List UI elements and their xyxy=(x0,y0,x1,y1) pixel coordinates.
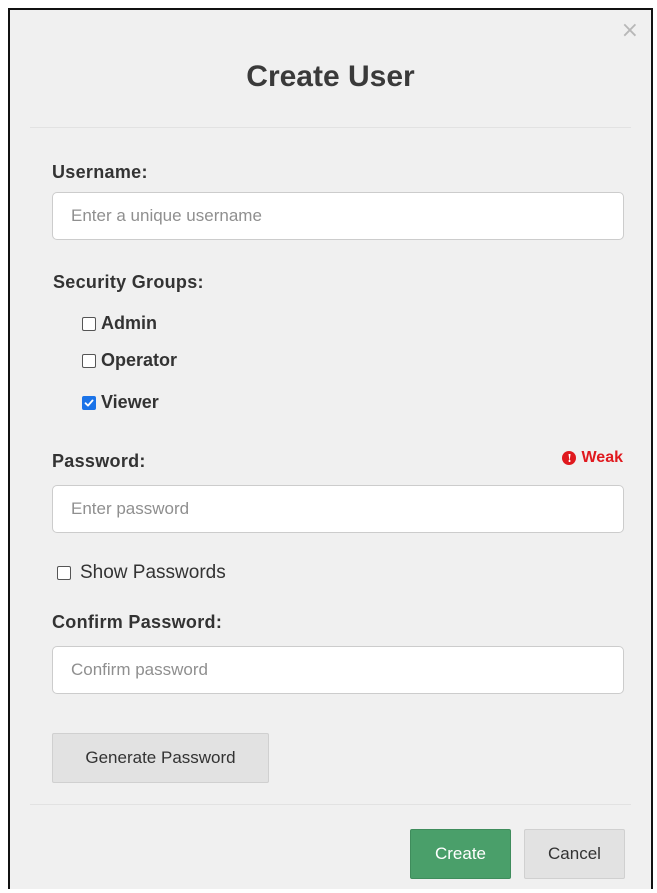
admin-label: Admin xyxy=(101,313,157,333)
group-option-viewer[interactable]: Viewer xyxy=(82,392,159,413)
confirm-password-label: Confirm Password: xyxy=(52,612,223,632)
password-strength-indicator: ! Weak xyxy=(562,449,623,467)
password-label: Password: xyxy=(52,451,146,471)
username-input[interactable] xyxy=(52,192,624,240)
operator-label: Operator xyxy=(101,350,178,370)
operator-checkbox[interactable] xyxy=(82,353,96,368)
group-option-operator[interactable]: Operator xyxy=(82,350,177,371)
viewer-checkbox[interactable] xyxy=(82,395,96,410)
username-label: Username: xyxy=(52,162,148,182)
create-button[interactable]: Create xyxy=(410,829,511,879)
security-groups-label: Security Groups: xyxy=(53,272,204,292)
password-strength-label: Weak xyxy=(581,449,623,466)
generate-password-button[interactable]: Generate Password xyxy=(52,733,269,783)
show-passwords-toggle[interactable]: Show Passwords xyxy=(57,562,226,584)
password-input[interactable] xyxy=(52,485,624,533)
show-passwords-checkbox[interactable] xyxy=(57,566,71,580)
group-option-admin[interactable]: Admin xyxy=(82,313,157,334)
dialog-header: Create User xyxy=(30,10,631,128)
confirm-password-input[interactable] xyxy=(52,646,624,694)
viewer-label: Viewer xyxy=(101,392,159,412)
show-passwords-label: Show Passwords xyxy=(80,562,226,583)
cancel-button[interactable]: Cancel xyxy=(524,829,625,879)
admin-checkbox[interactable] xyxy=(82,316,96,331)
exclamation-circle-icon: ! xyxy=(562,451,577,465)
checkmark-icon xyxy=(84,399,94,406)
dialog-title: Create User xyxy=(246,60,415,93)
footer-divider xyxy=(30,804,631,805)
create-user-dialog: × Create User Username: Security Groups:… xyxy=(8,8,653,889)
